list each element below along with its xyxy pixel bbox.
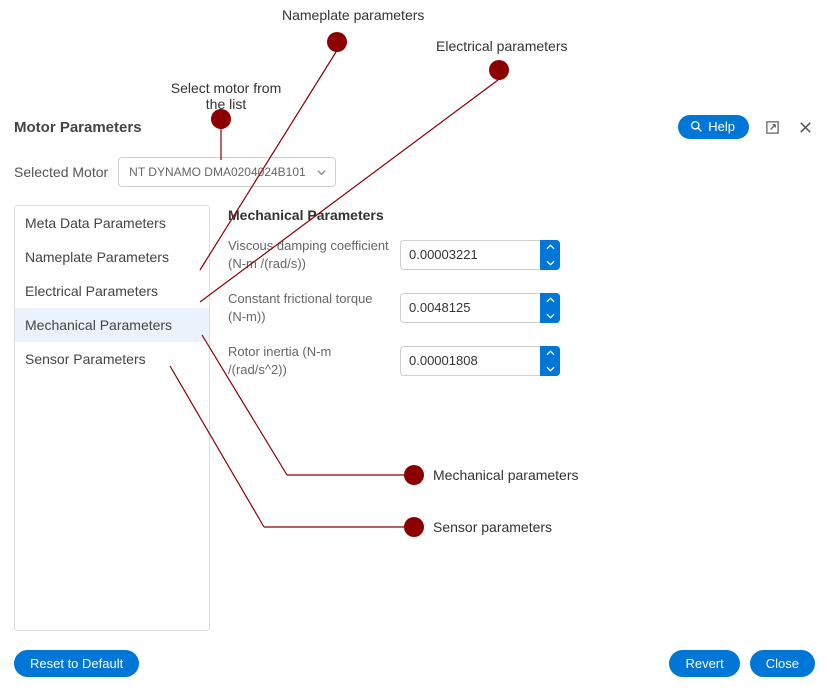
param-stepper-rotor-inertia (400, 346, 560, 376)
param-row-viscous-damping: Viscous damping coefficient (N-m /(rad/s… (228, 237, 815, 272)
callout-dot-select-motor (211, 109, 231, 129)
param-input-rotor-inertia[interactable] (400, 346, 540, 376)
spin-down[interactable] (540, 361, 560, 376)
sidebar: Meta Data Parameters Nameplate Parameter… (14, 205, 210, 631)
sidebar-item-electrical[interactable]: Electrical Parameters (15, 274, 209, 308)
close-icon (798, 120, 813, 135)
caret-up-icon (546, 244, 555, 251)
spin-down[interactable] (540, 308, 560, 323)
spin-up[interactable] (540, 346, 560, 361)
help-button[interactable]: Help (678, 115, 749, 139)
caret-down-icon (546, 312, 555, 319)
param-row-rotor-inertia: Rotor inertia (N-m /(rad/s^2)) (228, 343, 815, 378)
caret-up-icon (546, 350, 555, 357)
spin-down[interactable] (540, 255, 560, 270)
selected-motor-label: Selected Motor (14, 164, 108, 180)
popout-button[interactable] (763, 118, 782, 137)
caret-up-icon (546, 297, 555, 304)
motor-select-value: NT DYNAMO DMA0204024B101 (129, 165, 306, 179)
param-input-viscous-damping[interactable] (400, 240, 540, 270)
close-button[interactable]: Close (750, 650, 815, 677)
spin-up[interactable] (540, 293, 560, 308)
callout-dot-sensor (404, 517, 424, 537)
popout-icon (765, 120, 780, 135)
motor-select[interactable]: NT DYNAMO DMA0204024B101 (118, 157, 336, 187)
callout-label-sensor: Sensor parameters (433, 519, 552, 535)
callout-label-mechanical: Mechanical parameters (433, 467, 579, 483)
param-label: Rotor inertia (N-m /(rad/s^2)) (228, 343, 400, 378)
page-title: Motor Parameters (14, 119, 142, 136)
close-x-button[interactable] (796, 118, 815, 137)
sidebar-item-meta-data[interactable]: Meta Data Parameters (15, 206, 209, 240)
param-label: Viscous damping coefficient (N-m /(rad/s… (228, 237, 400, 272)
param-input-constant-friction[interactable] (400, 293, 540, 323)
search-icon (690, 120, 703, 133)
spin-up[interactable] (540, 240, 560, 255)
help-label: Help (708, 119, 735, 134)
chevron-down-icon (316, 167, 327, 178)
callout-label-nameplate: Nameplate parameters (282, 7, 424, 23)
param-stepper-constant-friction (400, 293, 560, 323)
param-label: Constant frictional torque (N-m)) (228, 290, 400, 325)
revert-button[interactable]: Revert (669, 650, 739, 677)
sidebar-item-nameplate[interactable]: Nameplate Parameters (15, 240, 209, 274)
caret-down-icon (546, 259, 555, 266)
callout-label-select-motor: Select motor from the list (166, 80, 286, 112)
callout-dot-electrical (489, 60, 509, 80)
reset-to-default-button[interactable]: Reset to Default (14, 650, 139, 677)
sidebar-item-mechanical[interactable]: Mechanical Parameters (15, 308, 209, 342)
section-title: Mechanical Parameters (228, 207, 815, 223)
caret-down-icon (546, 365, 555, 372)
callout-dot-mechanical (404, 465, 424, 485)
callout-dot-nameplate (327, 32, 347, 52)
param-row-constant-friction: Constant frictional torque (N-m)) (228, 290, 815, 325)
callout-label-electrical: Electrical parameters (436, 38, 568, 54)
param-stepper-viscous-damping (400, 240, 560, 270)
sidebar-item-sensor[interactable]: Sensor Parameters (15, 342, 209, 376)
main-panel: Mechanical Parameters Viscous damping co… (228, 205, 815, 631)
